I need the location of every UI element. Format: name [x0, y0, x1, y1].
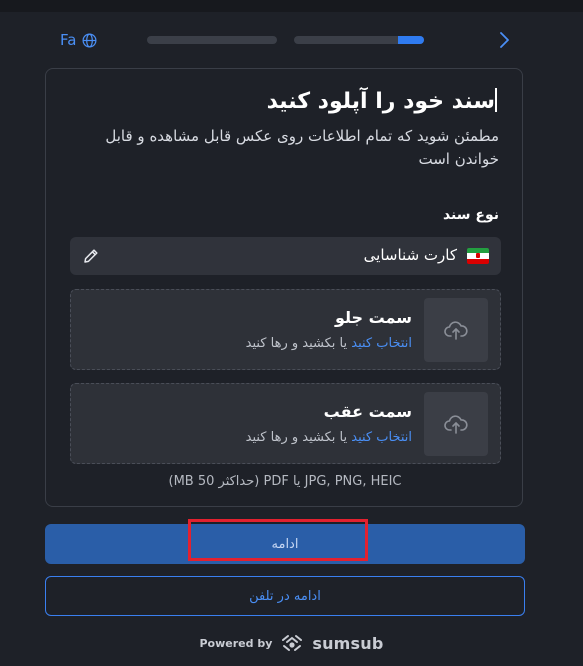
language-label: Fa: [60, 31, 77, 49]
page-title: سند خود را آپلود کنید: [266, 88, 497, 114]
iran-flag-icon: [467, 248, 489, 264]
globe-icon: [82, 33, 97, 47]
chevron-right-icon[interactable]: [496, 31, 512, 49]
cloud-upload-icon: [444, 415, 468, 434]
continue-on-phone-button[interactable]: ادامه در تلفن: [45, 576, 525, 616]
language-switcher[interactable]: Fa: [60, 31, 97, 49]
sumsub-brand: sumsub: [312, 633, 384, 653]
back-side-dropzone[interactable]: سمت عقب انتخاب کنید یا بکشید و رها کنید: [70, 383, 501, 464]
front-select-link[interactable]: انتخاب کنید: [351, 336, 412, 351]
front-side-hint: انتخاب کنید یا بکشید و رها کنید: [246, 336, 412, 351]
upload-thumbnail: [424, 392, 488, 456]
front-side-title: سمت جلو: [334, 308, 412, 327]
text-caret: [495, 88, 497, 112]
page-subtitle: مطمئن شوید که تمام اطلاعات روی عکس قابل …: [105, 127, 499, 168]
continue-on-phone-label: ادامه در تلفن: [249, 588, 321, 604]
back-side-title: سمت عقب: [323, 402, 412, 421]
back-select-link[interactable]: انتخاب کنید: [351, 430, 412, 445]
front-side-dropzone[interactable]: سمت جلو انتخاب کنید یا بکشید و رها کنید: [70, 289, 501, 370]
step-progress: [147, 36, 424, 44]
highlight-box: [188, 519, 368, 561]
document-type-label: نوع سند: [442, 207, 499, 223]
accepted-formats-note: (MB 50 حداکثر) PDF یا JPG, PNG, HEIC: [168, 474, 402, 489]
powered-by-text: Powered by: [199, 636, 273, 650]
back-side-hint: انتخاب کنید یا بکشید و رها کنید: [246, 430, 412, 445]
progress-segment: [147, 36, 277, 44]
top-strip: [0, 0, 583, 12]
pencil-icon[interactable]: [82, 247, 100, 265]
progress-segment: [294, 36, 424, 44]
drag-drop-text: یا بکشید و رها کنید: [245, 430, 348, 445]
document-type-selector[interactable]: کارت شناسایی: [70, 237, 501, 275]
upload-card: سند خود را آپلود کنید مطمئن شوید که تمام…: [45, 68, 523, 507]
powered-by-footer: Powered by sumsub: [0, 632, 583, 654]
sumsub-logo-icon: [282, 635, 303, 651]
selected-document-type: کارت شناسایی: [363, 246, 457, 264]
cloud-upload-icon: [444, 321, 468, 340]
drag-drop-text: یا بکشید و رها کنید: [245, 336, 348, 351]
upload-thumbnail: [424, 298, 488, 362]
